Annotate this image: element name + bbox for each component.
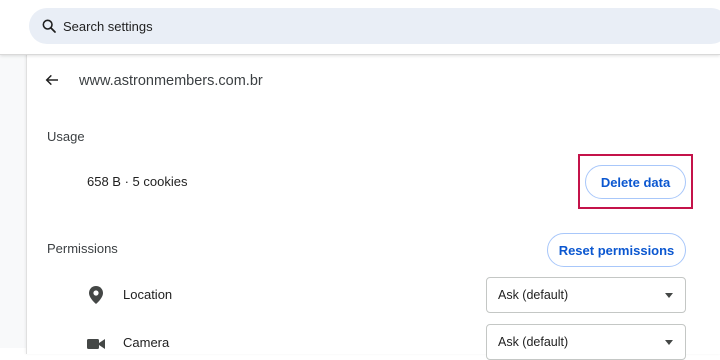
highlight-annotation [578, 154, 693, 209]
page-title: www.astronmembers.com.br [79, 73, 263, 89]
search-icon [40, 17, 58, 35]
location-permission-value: Ask (default) [498, 288, 569, 302]
permissions-heading: Permissions [47, 241, 118, 256]
camera-permission-select[interactable]: Ask (default) [486, 324, 686, 360]
location-pin-icon [86, 285, 106, 305]
location-permission-select[interactable]: Ask (default) [486, 277, 686, 313]
search-input[interactable]: Search settings [29, 8, 720, 44]
permission-label-location: Location [123, 287, 173, 302]
back-button[interactable] [42, 72, 62, 92]
arrow-back-icon [44, 72, 60, 93]
usage-summary: 658 B · 5 cookies [87, 174, 188, 189]
reset-permissions-button[interactable]: Reset permissions [547, 233, 686, 267]
dropdown-arrow-icon [665, 292, 673, 298]
settings-toolbar: Search settings [0, 0, 720, 55]
search-placeholder: Search settings [63, 18, 153, 34]
camera-permission-value: Ask (default) [498, 335, 569, 349]
dropdown-arrow-icon [665, 339, 673, 345]
camera-icon [86, 334, 106, 354]
usage-heading: Usage [47, 129, 85, 144]
